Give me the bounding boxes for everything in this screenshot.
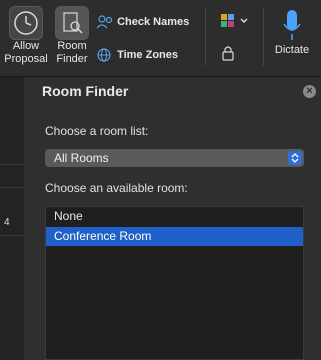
room-finder-label-2: Finder — [56, 53, 88, 65]
panel-title: Room Finder — [42, 83, 129, 99]
divider — [0, 187, 24, 188]
room-finder-icon — [55, 6, 89, 40]
chevron-updown-icon — [288, 151, 302, 165]
globe-clock-icon — [97, 48, 111, 62]
room-listbox[interactable]: None Conference Room — [45, 206, 304, 360]
calendar-edge: 4 — [0, 77, 24, 360]
list-item-conference-room[interactable]: Conference Room — [46, 227, 303, 246]
room-list-select[interactable]: All Rooms — [45, 149, 304, 167]
private-button[interactable] — [219, 44, 237, 62]
room-list-selected: All Rooms — [54, 151, 109, 165]
divider — [0, 164, 24, 165]
categorize-button[interactable] — [220, 12, 252, 32]
color-grid-icon — [221, 14, 248, 27]
toolbar-separator — [205, 8, 206, 66]
time-zones-button[interactable]: Time Zones — [96, 47, 178, 63]
room-finder-panel: Room Finder × Choose a room list: All Ro… — [24, 77, 321, 360]
allow-proposal-button[interactable]: Allow Proposal — [4, 6, 48, 66]
available-room-label: Choose an available room: — [45, 181, 188, 195]
divider — [0, 235, 24, 236]
lock-icon — [222, 46, 234, 61]
time-zones-label: Time Zones — [117, 48, 178, 61]
allow-proposal-label-1: Allow — [12, 40, 40, 52]
check-names-label: Check Names — [117, 15, 190, 28]
clock-icon — [9, 6, 43, 40]
room-finder-label-1: Room — [57, 40, 87, 52]
dictate-button[interactable]: Dictate — [270, 8, 314, 57]
calendar-day-number: 4 — [4, 217, 10, 228]
room-finder-button[interactable]: Room Finder — [52, 6, 92, 66]
room-list-label: Choose a room list: — [45, 124, 149, 138]
ribbon-toolbar: Allow Proposal Room Finder Check Names T… — [0, 0, 321, 77]
check-names-button[interactable]: Check Names — [96, 14, 189, 30]
microphone-icon — [283, 10, 301, 40]
allow-proposal-label-2: Proposal — [4, 53, 48, 65]
toolbar-separator-2 — [263, 8, 264, 66]
list-item-none[interactable]: None — [46, 207, 303, 226]
dictate-label: Dictate — [274, 44, 310, 56]
people-icon — [96, 15, 113, 29]
close-icon[interactable]: × — [303, 85, 316, 98]
